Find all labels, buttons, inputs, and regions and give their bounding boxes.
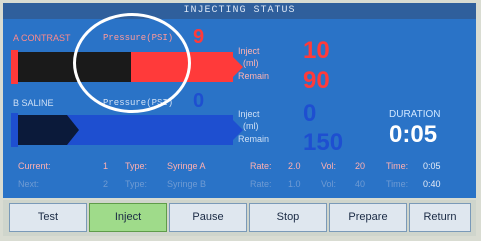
current-label: Current: — [18, 161, 51, 171]
current-time-value: 0:05 — [423, 161, 441, 171]
next-rate-value: 1.0 — [288, 179, 301, 189]
current-type-label: Type: — [125, 161, 148, 171]
next-rate-label: Rate: — [250, 179, 272, 189]
syringe-a-name: A CONTRAST — [13, 33, 71, 43]
stop-button[interactable]: Stop — [249, 203, 327, 232]
test-button[interactable]: Test — [9, 203, 87, 232]
current-rate-value: 2.0 — [288, 161, 301, 171]
syringe-a-remain-label: Remain — [238, 71, 270, 81]
syringe-a-inject-label: Inject — [238, 46, 260, 56]
current-time-label: Time: — [386, 161, 409, 171]
next-type-value: Syringe B — [167, 179, 207, 189]
return-button[interactable]: Return — [409, 203, 471, 232]
panel-title: INJECTING STATUS — [3, 3, 476, 19]
syringe-b-remain-value: 150 — [303, 129, 344, 156]
next-vol-value: 40 — [355, 179, 366, 189]
next-time-label: Time: — [386, 179, 409, 189]
syringe-b-end — [11, 113, 18, 147]
current-vol-label: Vol: — [321, 161, 337, 171]
current-rate-label: Rate: — [250, 161, 272, 171]
duration-value: 0:05 — [389, 121, 438, 148]
syringe-b-inject-value: 0 — [303, 100, 317, 127]
syringe-b-remain-label: Remain — [238, 134, 270, 144]
prepare-button[interactable]: Prepare — [329, 203, 407, 232]
pause-button[interactable]: Pause — [169, 203, 247, 232]
inject-button[interactable]: Inject — [89, 203, 167, 232]
current-value: 1 — [103, 161, 109, 171]
next-label: Next: — [18, 179, 40, 189]
device-frame: INJECTING STATUS A CONTRAST Pressure(PSI… — [0, 0, 481, 241]
syringe-a-remain-value: 90 — [303, 67, 330, 94]
syringe-a-unit-label: (ml) — [243, 58, 259, 68]
syringe-b-inject-label: Inject — [238, 109, 260, 119]
next-time-value: 0:40 — [423, 179, 441, 189]
syringe-a-plunger — [11, 50, 18, 84]
highlight-circle — [73, 13, 191, 113]
next-value: 2 — [103, 179, 109, 189]
syringe-a-pressure-value: 9 — [193, 26, 205, 48]
button-bar: Test Inject Pause Stop Prepare Return — [3, 200, 476, 236]
syringe-b-gauge — [11, 113, 243, 147]
syringe-a-inject-value: 10 — [303, 37, 330, 64]
next-type-label: Type: — [125, 179, 148, 189]
syringe-b-plunger-rod — [11, 115, 67, 145]
next-vol-label: Vol: — [321, 179, 337, 189]
duration-label: DURATION — [389, 109, 441, 120]
syringe-b-name: B SALINE — [13, 98, 54, 108]
injecting-status-panel: INJECTING STATUS A CONTRAST Pressure(PSI… — [3, 3, 476, 198]
syringe-b-unit-label: (ml) — [243, 121, 259, 131]
current-type-value: Syringe A — [167, 161, 206, 171]
syringe-b-pressure-value: 0 — [193, 90, 205, 112]
current-vol-value: 20 — [355, 161, 366, 171]
